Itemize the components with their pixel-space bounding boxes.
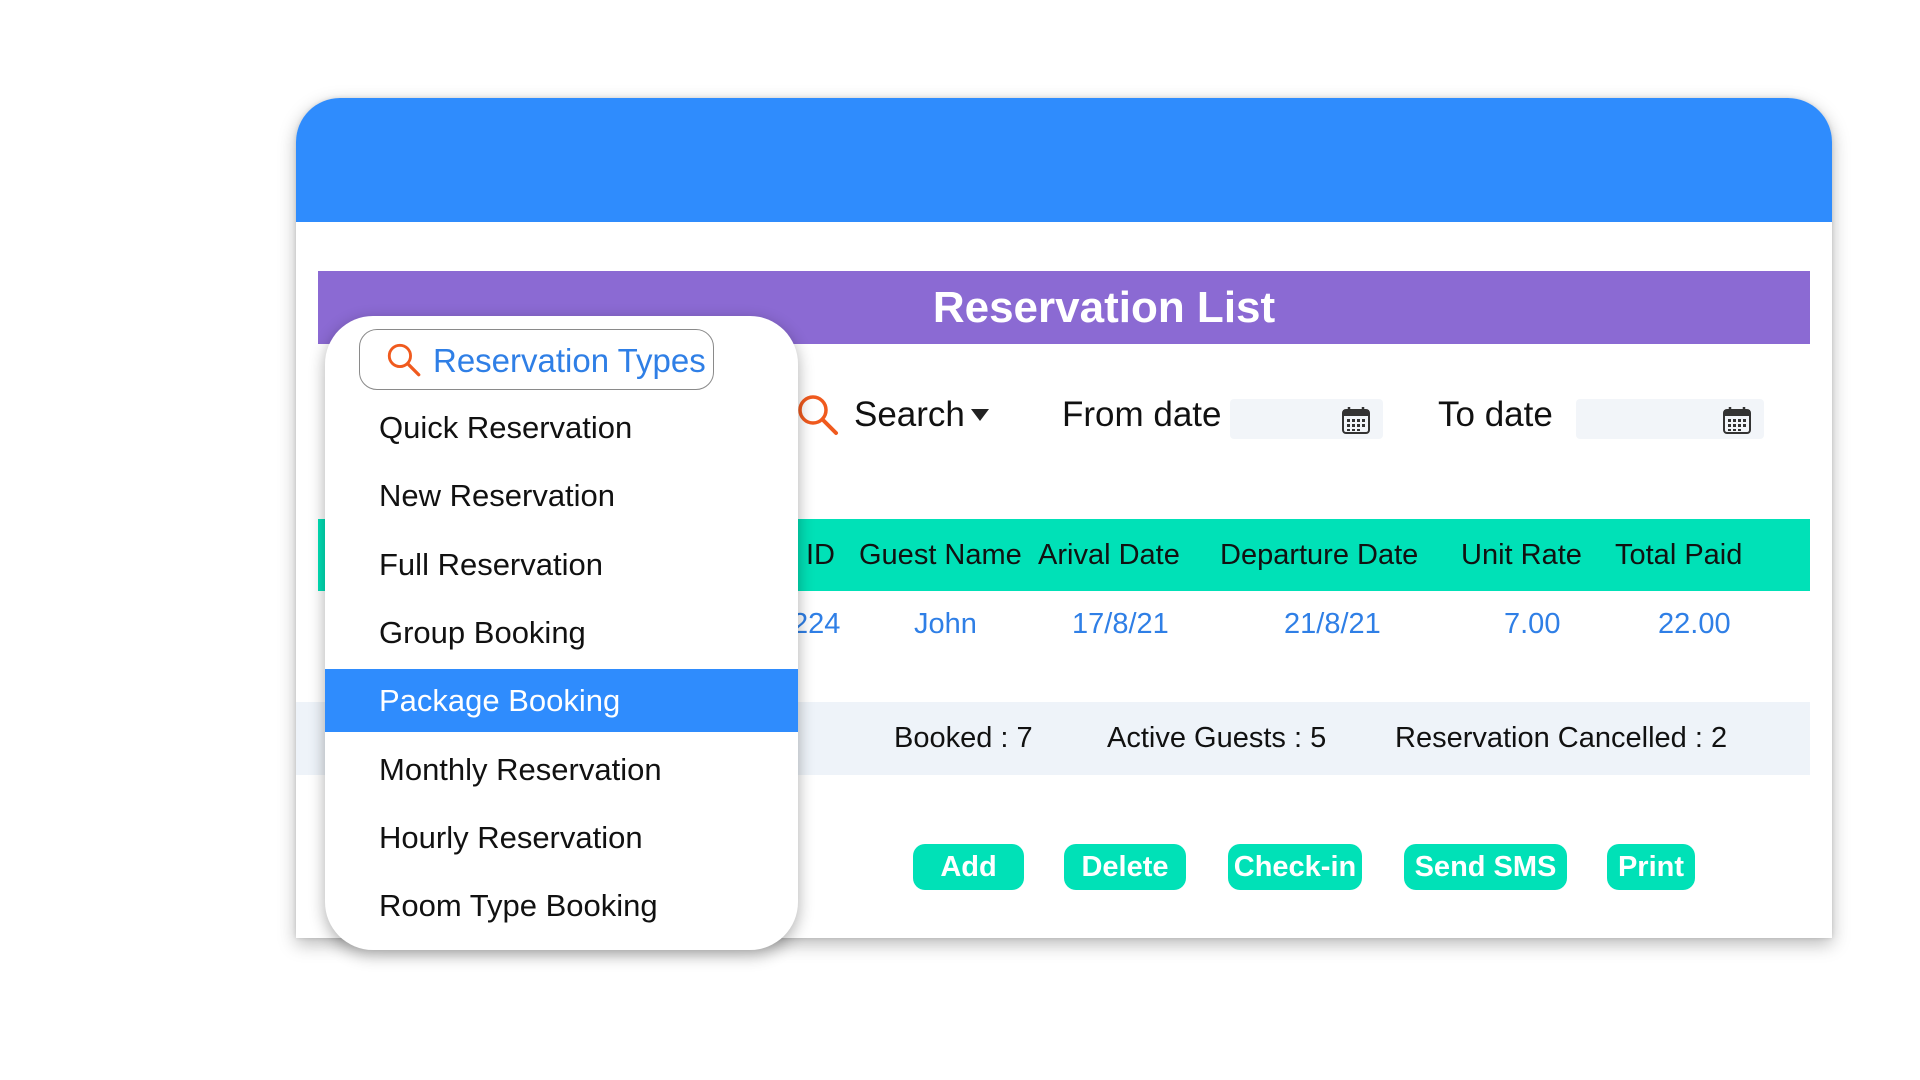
window-header: [296, 98, 1832, 222]
calendar-icon[interactable]: [1722, 405, 1752, 435]
check-in-button[interactable]: Check-in: [1228, 844, 1362, 890]
menu-item-monthly-reservation[interactable]: Monthly Reservation: [325, 738, 798, 801]
search-label: Search: [854, 395, 965, 434]
from-date-field[interactable]: [1230, 399, 1383, 439]
cell-guest-name: John: [914, 608, 977, 640]
cell-departure-date: 21/8/21: [1284, 608, 1381, 640]
menu-item-new-reservation[interactable]: New Reservation: [325, 464, 798, 527]
column-header-id[interactable]: ID: [806, 519, 835, 591]
reservation-types-search[interactable]: Reservation Types: [359, 329, 714, 390]
cell-total-paid: 22.00: [1658, 608, 1731, 640]
cell-unit-rate: 7.00: [1504, 608, 1561, 640]
delete-button[interactable]: Delete: [1064, 844, 1186, 890]
cancelled-count: Reservation Cancelled : 2: [1395, 722, 1728, 754]
reservation-types-placeholder: Reservation Types: [433, 342, 706, 379]
send-sms-button[interactable]: Send SMS: [1404, 844, 1567, 890]
menu-item-full-reservation[interactable]: Full Reservation: [325, 533, 798, 596]
column-header-unit-rate[interactable]: Unit Rate: [1461, 519, 1582, 591]
menu-item-group-booking[interactable]: Group Booking: [325, 601, 798, 664]
print-button[interactable]: Print: [1607, 844, 1695, 890]
active-guests-count: Active Guests : 5: [1107, 722, 1327, 754]
cell-arrival-date: 17/8/21: [1072, 608, 1169, 640]
add-button[interactable]: Add: [913, 844, 1024, 890]
search-icon: [798, 395, 838, 435]
to-date-label: To date: [1438, 395, 1553, 434]
from-date-label-wrap: From date: [1062, 385, 1222, 445]
caret-down-icon: [970, 409, 989, 421]
calendar-icon[interactable]: [1341, 405, 1371, 435]
column-header-arrival-date[interactable]: Arival Date: [1038, 519, 1180, 591]
from-date-label: From date: [1062, 395, 1222, 434]
cell-id: 224: [792, 608, 841, 640]
search-dropdown-toggle[interactable]: Search: [796, 385, 989, 445]
column-header-guest-name[interactable]: Guest Name: [859, 519, 1022, 591]
menu-item-hourly-reservation[interactable]: Hourly Reservation: [325, 806, 798, 869]
menu-item-room-type-booking[interactable]: Room Type Booking: [325, 874, 798, 937]
to-date-label-wrap: To date: [1438, 385, 1553, 445]
menu-item-package-booking[interactable]: Package Booking: [325, 669, 798, 732]
column-header-total-paid[interactable]: Total Paid: [1615, 519, 1742, 591]
menu-item-quick-reservation[interactable]: Quick Reservation: [325, 396, 798, 459]
reservation-types-dropdown: Reservation Types Quick Reservation New …: [325, 316, 798, 950]
page-title: Reservation List: [932, 282, 1276, 332]
search-icon: [387, 343, 421, 377]
booked-count: Booked : 7: [894, 722, 1033, 754]
to-date-field[interactable]: [1576, 399, 1764, 439]
column-header-departure-date[interactable]: Departure Date: [1220, 519, 1418, 591]
